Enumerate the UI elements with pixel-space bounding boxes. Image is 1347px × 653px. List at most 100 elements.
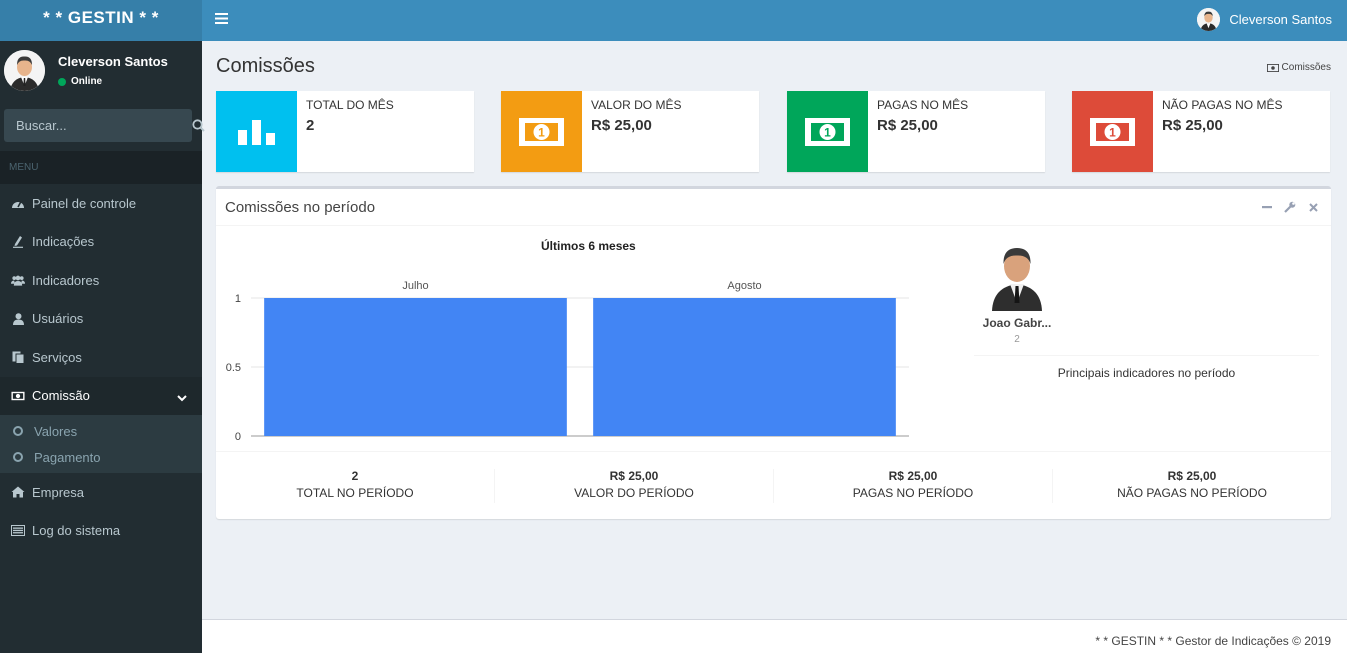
sidebar-item-label: Indicadores bbox=[32, 272, 100, 288]
sidebar-toggle-icon[interactable] bbox=[215, 12, 229, 26]
y-tick-label: 0 bbox=[235, 431, 241, 443]
info-box-label: PAGAS NO MÊS bbox=[877, 98, 969, 112]
dashboard-icon bbox=[11, 196, 25, 210]
search-input[interactable] bbox=[4, 109, 192, 142]
sidebar-search bbox=[4, 109, 205, 142]
stat-nao-pagas-periodo: R$ 25,00 NÃO PAGAS NO PERÍODO bbox=[1053, 469, 1331, 503]
sidebar-item-indicacoes[interactable]: Indicações bbox=[0, 223, 202, 262]
user-status: Online bbox=[58, 76, 102, 87]
collapse-icon[interactable] bbox=[1261, 201, 1273, 213]
svg-text:1: 1 bbox=[1109, 125, 1116, 139]
top-user-name: Cleverson Santos bbox=[1229, 11, 1332, 27]
user-icon bbox=[11, 312, 25, 326]
ranking-caption: Principais indicadores no período bbox=[1057, 366, 1236, 380]
sidebar-item-comissao[interactable]: Comissão bbox=[0, 376, 202, 415]
circle-icon bbox=[13, 426, 23, 436]
breadcrumb[interactable]: Comissões bbox=[1266, 62, 1331, 73]
page-footer: * * GESTIN * * Gestor de Indicações © 20… bbox=[202, 619, 1347, 653]
sidebar: * * GESTIN * * Cleverson Santos Online B… bbox=[0, 0, 205, 653]
breadcrumb-label: Comissões bbox=[1281, 62, 1331, 73]
person-count: 2 bbox=[1014, 334, 1020, 345]
top-indicators: Joao Gabr... 2 bbox=[974, 241, 1319, 356]
svg-text:1: 1 bbox=[824, 125, 831, 139]
circle-icon bbox=[13, 452, 23, 462]
sidebar-item-indicadores[interactable]: Indicadores bbox=[0, 261, 202, 300]
user-panel: Cleverson Santos Online bbox=[0, 41, 202, 101]
svg-text:1: 1 bbox=[538, 125, 545, 139]
wrench-icon[interactable] bbox=[1284, 201, 1296, 213]
stat-label: VALOR DO PERÍODO bbox=[574, 486, 694, 500]
user-avatar bbox=[4, 50, 45, 91]
stat-valor-periodo: R$ 25,00 VALOR DO PERÍODO bbox=[495, 469, 774, 503]
money-icon bbox=[1266, 63, 1279, 72]
search-icon bbox=[192, 119, 205, 132]
sidebar-menu: Painel de controle Indicações Indicadore… bbox=[0, 184, 202, 550]
commissions-period-box: Comissões no período Últimos 6 meses 1 0.… bbox=[216, 186, 1331, 519]
info-box-label: TOTAL DO MÊS bbox=[306, 98, 394, 112]
close-icon[interactable] bbox=[1307, 201, 1319, 213]
stat-total-periodo: 2 TOTAL NO PERÍODO bbox=[216, 469, 495, 503]
stat-value: R$ 25,00 bbox=[888, 469, 938, 483]
avatar bbox=[1197, 7, 1221, 31]
y-tick-label: 1 bbox=[235, 293, 241, 305]
sidebar-item-label: Log do sistema bbox=[32, 523, 121, 539]
sidebar-item-label: Empresa bbox=[32, 484, 85, 500]
info-box-value: R$ 25,00 bbox=[1162, 117, 1223, 134]
sidebar-item-painel[interactable]: Painel de controle bbox=[0, 184, 202, 223]
home-icon bbox=[11, 485, 25, 499]
search-button[interactable] bbox=[192, 109, 205, 142]
box-header: Comissões no período bbox=[216, 189, 1331, 226]
user-name: Cleverson Santos bbox=[58, 54, 168, 69]
sidebar-item-label: Painel de controle bbox=[32, 195, 137, 211]
sidebar-item-log[interactable]: Log do sistema bbox=[0, 512, 202, 551]
list-icon bbox=[11, 524, 25, 538]
info-box-label: NÃO PAGAS NO MÊS bbox=[1162, 98, 1283, 112]
bar-chart: 1 0.5 0 Julho Agosto bbox=[226, 280, 909, 443]
money-icon: 1 bbox=[787, 91, 868, 172]
bar-chart-icon bbox=[216, 91, 297, 172]
info-box-nao-pagas-mes: 1 NÃO PAGAS NO MÊS R$ 25,00 bbox=[1072, 91, 1330, 172]
comissao-submenu: Valores Pagamento bbox=[0, 415, 202, 473]
submenu-item-pagamento[interactable]: Pagamento bbox=[0, 444, 202, 470]
sidebar-item-label: Serviços bbox=[32, 349, 82, 365]
user-menu[interactable]: Cleverson Santos bbox=[1197, 7, 1332, 31]
top-navbar: Cleverson Santos bbox=[202, 0, 1347, 41]
chart-title: Últimos 6 meses bbox=[541, 239, 636, 253]
box-title: Comissões no período bbox=[225, 199, 376, 216]
stat-label: NÃO PAGAS NO PERÍODO bbox=[1117, 486, 1267, 500]
submenu-item-label: Pagamento bbox=[34, 449, 101, 465]
submenu-item-label: Valores bbox=[34, 423, 78, 439]
submenu-container: Valores Pagamento bbox=[0, 415, 202, 473]
indicator-person[interactable]: Joao Gabr... 2 bbox=[974, 241, 1060, 345]
bar[interactable] bbox=[264, 298, 567, 436]
info-box-value: R$ 25,00 bbox=[877, 117, 938, 134]
category-label: Agosto bbox=[727, 280, 761, 292]
app-logo[interactable]: * * GESTIN * * bbox=[0, 0, 202, 41]
submenu-item-valores[interactable]: Valores bbox=[0, 418, 202, 444]
user-status-label: Online bbox=[71, 76, 103, 87]
stat-value: R$ 25,00 bbox=[1167, 469, 1217, 483]
info-box-pagas-mes: 1 PAGAS NO MÊS R$ 25,00 bbox=[787, 91, 1045, 172]
stat-value: R$ 25,00 bbox=[609, 469, 659, 483]
stat-value: 2 bbox=[351, 469, 359, 483]
stat-label: PAGAS NO PERÍODO bbox=[852, 486, 974, 500]
sidebar-item-empresa[interactable]: Empresa bbox=[0, 473, 202, 512]
money-icon: 1 bbox=[1072, 91, 1153, 172]
page-title: Comissões bbox=[216, 55, 315, 77]
money-icon bbox=[11, 389, 25, 403]
menu-header: MENU bbox=[0, 151, 202, 184]
sidebar-item-usuarios[interactable]: Usuários bbox=[0, 300, 202, 339]
person-avatar-icon bbox=[990, 241, 1044, 311]
info-box-value: 2 bbox=[306, 117, 315, 134]
box-tools bbox=[1261, 201, 1319, 213]
sidebar-item-label: Comissão bbox=[32, 388, 90, 404]
pencil-icon bbox=[11, 235, 25, 249]
bar[interactable] bbox=[593, 298, 896, 436]
y-tick-label: 0.5 bbox=[226, 362, 241, 374]
sidebar-item-servicos[interactable]: Serviços bbox=[0, 338, 202, 377]
files-icon bbox=[11, 350, 25, 364]
info-box-value: R$ 25,00 bbox=[591, 117, 652, 134]
sidebar-item-label: Indicações bbox=[32, 234, 95, 250]
chevron-down-icon[interactable] bbox=[177, 390, 187, 405]
stat-pagas-periodo: R$ 25,00 PAGAS NO PERÍODO bbox=[774, 469, 1053, 503]
